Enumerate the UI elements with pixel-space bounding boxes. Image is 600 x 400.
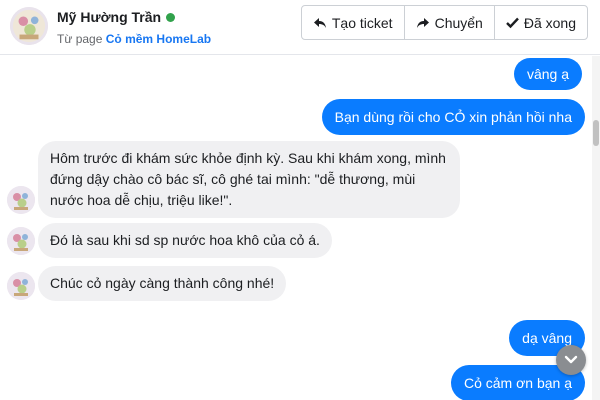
action-toolbar: Tạo ticket Chuyển Đã xong bbox=[300, 5, 588, 40]
page-prefix: Từ page bbox=[57, 32, 103, 46]
scrollbar-thumb[interactable] bbox=[593, 120, 599, 146]
page-source: Từ page Cỏ mềm HomeLab bbox=[57, 32, 211, 46]
checkmark-icon bbox=[505, 16, 519, 29]
message-incoming[interactable]: Chúc cỏ ngày càng thành công nhé! bbox=[38, 266, 287, 301]
user-name[interactable]: Mỹ Hường Trần bbox=[57, 9, 161, 25]
page-name-link[interactable]: Cỏ mềm HomeLab bbox=[106, 32, 211, 46]
forward-button[interactable]: Chuyển bbox=[403, 6, 494, 39]
scroll-to-bottom-button[interactable] bbox=[556, 345, 586, 375]
create-ticket-label: Tạo ticket bbox=[331, 14, 393, 31]
message-outgoing[interactable]: vâng ạ bbox=[513, 58, 582, 90]
avatar[interactable] bbox=[7, 272, 35, 300]
create-ticket-button[interactable]: Tạo ticket bbox=[302, 6, 404, 39]
user-name-row: Mỹ Hường Trần bbox=[57, 9, 176, 25]
message-outgoing[interactable]: Bạn dùng rồi cho CỎ xin phản hồi nha bbox=[321, 99, 585, 135]
done-label: Đã xong bbox=[523, 14, 576, 31]
forward-arrow-icon bbox=[416, 16, 430, 30]
avatar[interactable] bbox=[7, 186, 35, 214]
done-button[interactable]: Đã xong bbox=[493, 6, 587, 39]
forward-label: Chuyển bbox=[434, 14, 483, 31]
message-thread[interactable]: vâng ạ Bạn dùng rồi cho CỎ xin phản hồi … bbox=[0, 56, 600, 400]
chevron-down-icon bbox=[564, 355, 578, 364]
scrollbar[interactable] bbox=[592, 56, 600, 400]
avatar[interactable] bbox=[7, 227, 35, 255]
message-incoming[interactable]: Đó là sau khi sd sp nước hoa khô của cỏ … bbox=[38, 223, 332, 258]
message-incoming[interactable]: Hôm trước đi khám sức khỏe định kỳ. Sau … bbox=[38, 141, 460, 218]
online-status-icon bbox=[166, 12, 176, 22]
conversation-header: Mỹ Hường Trần Từ page Cỏ mềm HomeLab Tạo… bbox=[0, 0, 600, 55]
avatar[interactable] bbox=[10, 7, 48, 45]
reply-arrow-icon bbox=[313, 16, 327, 30]
